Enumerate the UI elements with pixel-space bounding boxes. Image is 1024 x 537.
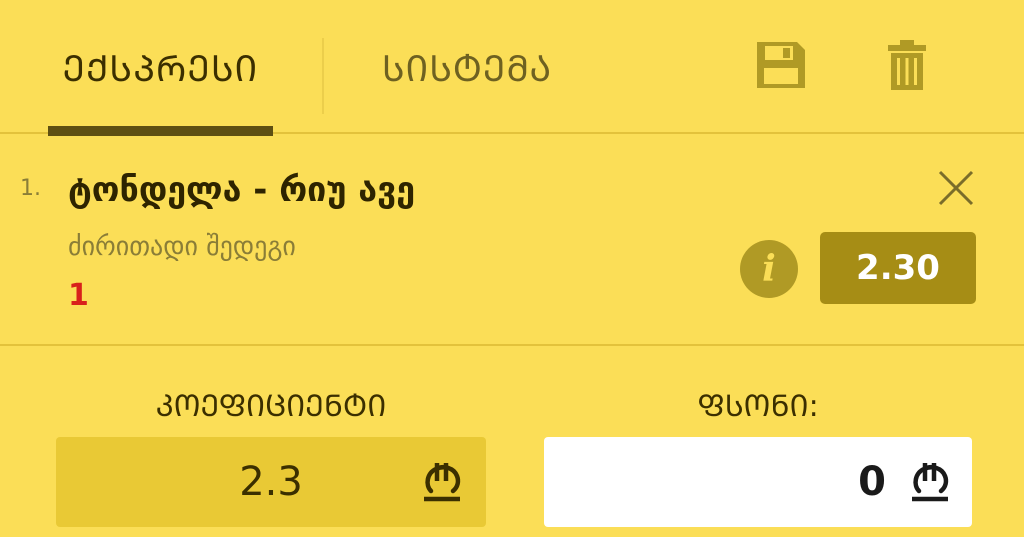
tab-express[interactable]: ᲔᲥᲡᲞᲠᲔᲡᲘ: [48, 0, 273, 136]
save-icon: [757, 42, 805, 88]
coefficient-label: ᲙᲝᲔᲤᲘᲪᲘᲔᲜᲢᲘ: [155, 389, 387, 424]
tab-divider: [322, 38, 324, 114]
betslip-tabs: ᲔᲥᲡᲞᲠᲔᲡᲘ ᲡᲘᲡᲢᲔᲛᲐ: [0, 0, 1024, 136]
tab-system-label: ᲡᲘᲡᲢᲔᲛᲐ: [381, 48, 553, 90]
trash-icon: [888, 40, 926, 90]
info-icon: i: [762, 248, 776, 290]
coefficient-box: 2.3: [56, 437, 486, 527]
save-button[interactable]: [754, 36, 808, 94]
selection-pick: 1: [68, 278, 89, 313]
remove-bet-button[interactable]: [934, 166, 978, 210]
event-title: ტონდელა - რიუ ავე: [68, 170, 416, 210]
close-icon: [938, 170, 974, 206]
stake-label: ᲤᲡᲝᲜᲘ:: [697, 389, 819, 424]
tab-express-label: ᲔᲥᲡᲞᲠᲔᲡᲘ: [62, 48, 259, 90]
info-button[interactable]: i: [740, 240, 798, 298]
delete-all-button[interactable]: [880, 36, 934, 94]
odds-badge: 2.30: [820, 232, 976, 304]
active-tab-indicator: [48, 126, 273, 136]
lari-icon: [912, 463, 949, 502]
bet-index: 1.: [20, 176, 41, 201]
stake-input[interactable]: [544, 437, 890, 527]
odds-value: 2.30: [856, 248, 940, 288]
lari-icon: [424, 463, 461, 502]
market-name: ძირითადი შედეგი: [68, 232, 296, 262]
tab-system[interactable]: ᲡᲘᲡᲢᲔᲛᲐ: [372, 0, 562, 134]
bet-item: 1. ტონდელა - რიუ ავე ძირითადი შედეგი 1 i…: [0, 136, 1024, 346]
stake-box: [544, 437, 972, 527]
